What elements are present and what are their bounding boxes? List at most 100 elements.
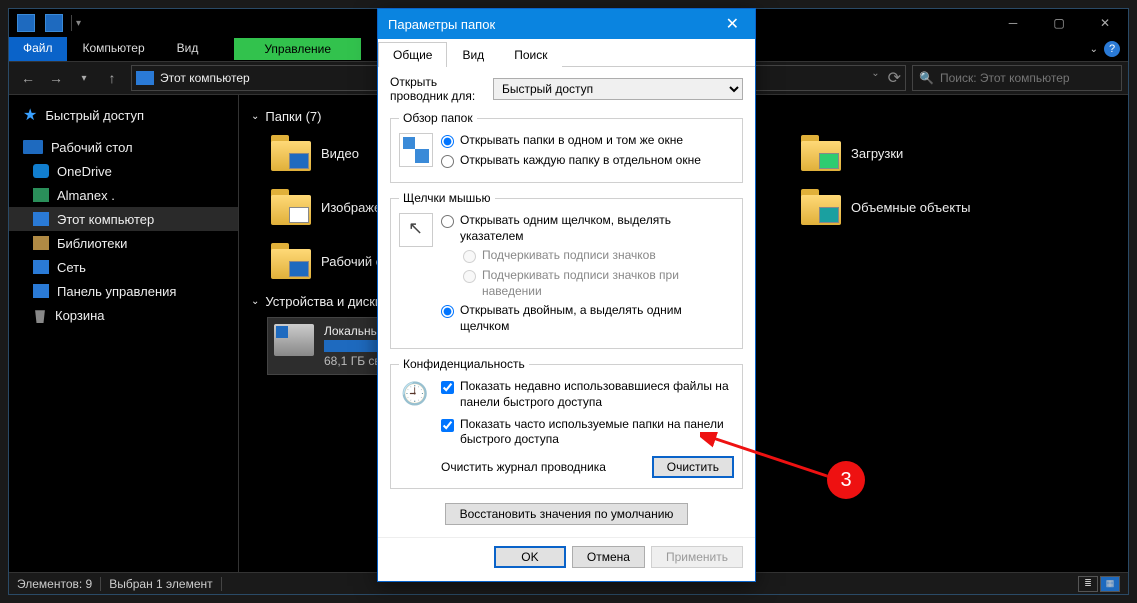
check-recent-files[interactable] [441, 381, 454, 394]
radio-single-click[interactable] [441, 215, 454, 228]
folder-item-downloads[interactable]: Загрузки [797, 126, 1047, 180]
annotation-badge: 3 [827, 461, 865, 499]
dialog-titlebar: Параметры папок ✕ [378, 9, 755, 39]
radio-underline-always [463, 250, 476, 263]
click-group: Щелчки мышью Открывать одним щелчком, вы… [390, 191, 743, 349]
context-tab-manage[interactable]: Управление [234, 38, 361, 60]
search-box[interactable]: 🔍 [912, 65, 1122, 91]
sidebar-item-thispc[interactable]: Этот компьютер [9, 207, 238, 231]
folder-icon [801, 189, 841, 225]
help-icon[interactable]: ? [1104, 41, 1120, 57]
navigation-pane: ★ Быстрый доступ Рабочий стол OneDrive A… [9, 95, 239, 572]
sidebar-label: Корзина [55, 308, 105, 323]
qat-dropdown-icon[interactable]: ▾ [76, 18, 81, 29]
sidebar-item-bin[interactable]: Корзина [9, 303, 238, 327]
sidebar-item-desktop[interactable]: Рабочий стол [9, 135, 238, 159]
sidebar-label: Сеть [57, 260, 86, 275]
folder-icon [271, 135, 311, 171]
maximize-button[interactable]: ▢ [1036, 9, 1082, 37]
star-icon: ★ [23, 105, 37, 125]
sidebar-item-cpanel[interactable]: Панель управления [9, 279, 238, 303]
pc-icon [33, 212, 49, 226]
drive-icon [274, 324, 314, 356]
apply-button: Применить [651, 546, 743, 568]
radio-new-window[interactable] [441, 155, 454, 168]
tab-view[interactable]: Вид [161, 37, 215, 61]
privacy-group: Конфиденциальность Показать недавно испо… [390, 357, 743, 488]
dialog-close-button[interactable]: ✕ [720, 14, 745, 34]
sidebar-label: Этот компьютер [57, 212, 154, 227]
tab-general[interactable]: Общие [378, 42, 447, 67]
tab-view[interactable]: Вид [447, 42, 499, 67]
qat-btn[interactable] [45, 14, 63, 32]
nav-recent-dropdown[interactable]: ▾ [71, 65, 97, 91]
tab-search[interactable]: Поиск [499, 42, 562, 67]
dialog-title: Параметры папок [388, 17, 495, 32]
sidebar-item-quick-access[interactable]: ★ Быстрый доступ [9, 103, 238, 127]
privacy-legend: Конфиденциальность [399, 357, 529, 371]
radio-underline-hover [463, 270, 476, 283]
radio-double-click[interactable] [441, 305, 454, 318]
minimize-button[interactable]: ─ [990, 9, 1036, 37]
cancel-button[interactable]: Отмена [572, 546, 645, 568]
network-icon [33, 260, 49, 274]
app-icon [17, 14, 35, 32]
folder-options-dialog: Параметры папок ✕ Общие Вид Поиск Открыт… [377, 8, 756, 582]
sidebar-item-onedrive[interactable]: OneDrive [9, 159, 238, 183]
sidebar-item-network[interactable]: Сеть [9, 255, 238, 279]
chevron-down-icon: ⌄ [251, 296, 259, 307]
folder-icon [271, 243, 311, 279]
sidebar-item-user[interactable]: Almanex . [9, 183, 238, 207]
dialog-tabs: Общие Вид Поиск [378, 39, 755, 67]
restore-defaults-button[interactable]: Восстановить значения по умолчанию [445, 503, 689, 525]
sidebar-label: Рабочий стол [51, 140, 133, 155]
folder-icon [271, 189, 311, 225]
check-frequent-folders[interactable] [441, 419, 454, 432]
libraries-icon [33, 236, 49, 250]
quick-access-toolbar: ▾ [9, 14, 81, 32]
cpanel-icon [33, 284, 49, 298]
radio-same-window[interactable] [441, 135, 454, 148]
tab-file[interactable]: Файл [9, 37, 67, 61]
click-legend: Щелчки мышью [399, 191, 495, 205]
clear-history-label: Очистить журнал проводника [441, 460, 606, 474]
ok-button[interactable]: OK [494, 546, 566, 568]
onedrive-icon [33, 164, 49, 178]
pc-icon [136, 71, 154, 85]
search-icon: 🔍 [919, 71, 934, 85]
click-icon [399, 213, 433, 247]
nav-back-button[interactable]: ← [15, 65, 41, 91]
sidebar-label: Быстрый доступ [45, 108, 144, 123]
status-selected: Выбран 1 элемент [109, 577, 212, 591]
ribbon-expand-icon[interactable]: ⌄ [1090, 44, 1098, 55]
user-icon [33, 188, 49, 202]
view-tiles-button[interactable]: ▦ [1100, 576, 1120, 592]
sidebar-label: Панель управления [57, 284, 176, 299]
chevron-down-icon: ⌄ [251, 111, 259, 122]
sidebar-item-libraries[interactable]: Библиотеки [9, 231, 238, 255]
open-explorer-combo[interactable]: Быстрый доступ [493, 78, 743, 100]
desktop-icon [23, 140, 43, 154]
browse-folders-group: Обзор папок Открывать папки в одном и то… [390, 111, 743, 183]
nav-forward-button[interactable]: → [43, 65, 69, 91]
sidebar-label: Библиотеки [57, 236, 127, 251]
status-items-count: Элементов: 9 [17, 577, 92, 591]
close-button[interactable]: ✕ [1082, 9, 1128, 37]
bin-icon [33, 307, 47, 323]
browse-legend: Обзор папок [399, 111, 477, 125]
address-dropdown-icon[interactable]: ⌄ [871, 68, 879, 88]
refresh-icon[interactable]: ⟳ [888, 68, 901, 88]
privacy-icon [399, 379, 433, 413]
sidebar-label: OneDrive [57, 164, 112, 179]
search-input[interactable] [940, 71, 1115, 85]
breadcrumb[interactable]: Этот компьютер [160, 71, 250, 85]
folder-icon [801, 135, 841, 171]
tab-computer[interactable]: Компьютер [67, 37, 161, 61]
browse-icon [399, 133, 433, 167]
open-explorer-label: Открыть проводник для: [390, 75, 485, 103]
sidebar-label: Almanex . [57, 188, 115, 203]
nav-up-button[interactable]: ↑ [99, 65, 125, 91]
view-details-button[interactable]: ≣ [1078, 576, 1098, 592]
folder-item-objects[interactable]: Объемные объекты [797, 180, 1047, 234]
clear-button[interactable]: Очистить [652, 456, 734, 478]
